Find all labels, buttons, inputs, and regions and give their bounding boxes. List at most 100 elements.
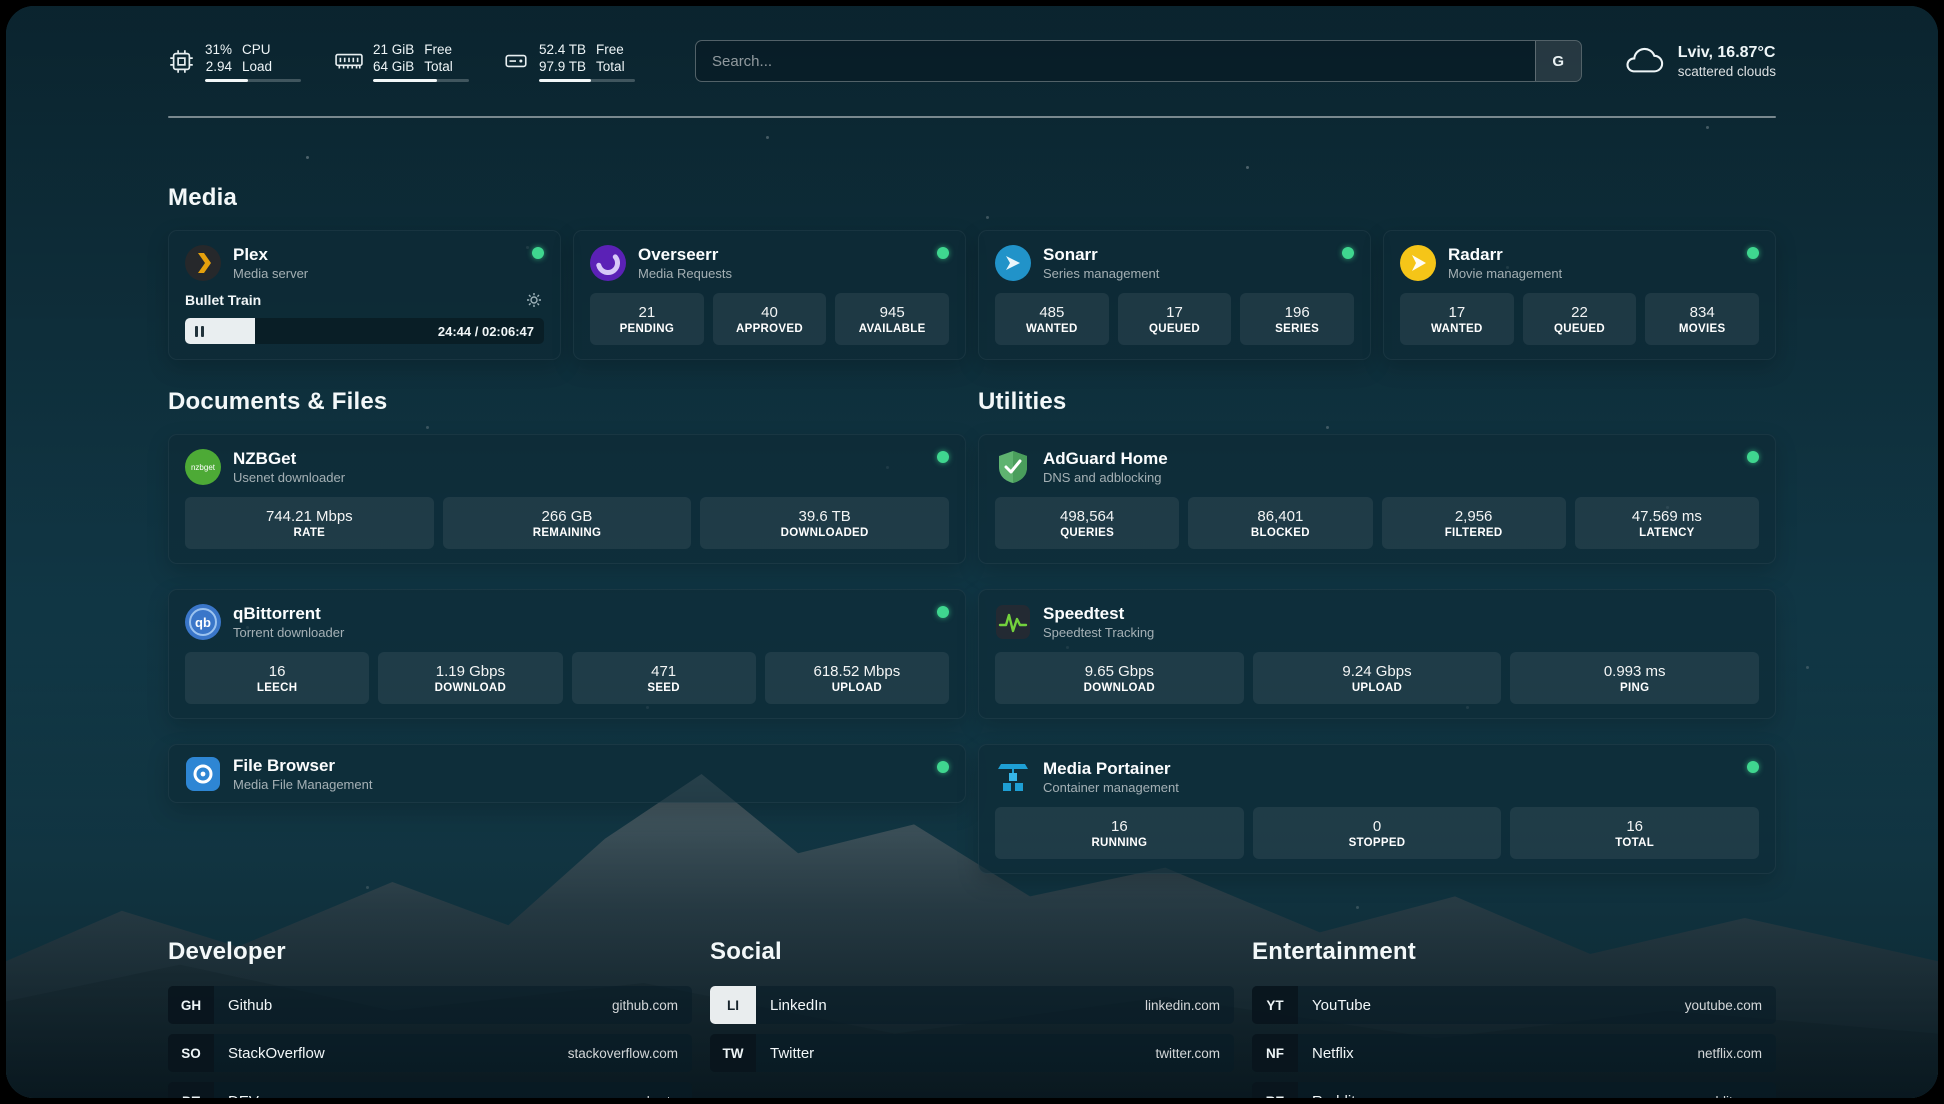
app-card-filebrowser[interactable]: File Browser Media File Management — [168, 744, 966, 803]
stat-tile-wanted: 17 WANTED — [1400, 293, 1514, 345]
app-subtitle: Series management — [1043, 266, 1159, 281]
stat-label: STOPPED — [1349, 837, 1406, 849]
stat-label: REMAINING — [533, 527, 602, 539]
stat-value: 744.21 Mbps — [266, 508, 353, 525]
bookmark-domain: github.com — [612, 998, 692, 1013]
plex-settings-button[interactable] — [524, 290, 544, 310]
app-card-portainer[interactable]: Media Portainer Container management 16 … — [978, 744, 1776, 874]
stat-value: 17 — [1448, 304, 1465, 321]
sonarr-header[interactable]: Sonarr Series management — [995, 244, 1354, 281]
status-dot-online — [937, 606, 949, 618]
bookmark-reddit[interactable]: RE Reddit reddit.com — [1252, 1082, 1776, 1098]
stat-value: 22 — [1571, 304, 1588, 321]
app-card-plex[interactable]: Plex Media server Bullet Train — [168, 230, 561, 360]
search-input[interactable] — [696, 41, 1535, 81]
stat-value: 471 — [651, 663, 676, 680]
weather-widget: Lviv, 16.87°C scattered clouds — [1622, 44, 1776, 79]
stat-tile-downloaded: 39.6 TB DOWNLOADED — [700, 497, 949, 549]
bookmark-twitter[interactable]: TW Twitter twitter.com — [710, 1034, 1234, 1072]
bookmark-domain: reddit.com — [1699, 1094, 1776, 1099]
bookmark-domain: stackoverflow.com — [568, 1046, 692, 1061]
cpu-label: CPU — [242, 41, 271, 58]
bookmark-name: Twitter — [770, 1045, 814, 1062]
status-dot-online — [1747, 451, 1759, 463]
nzbget-header[interactable]: nzbget NZBGet Usenet downloader — [185, 448, 949, 485]
disk-usage-bar — [539, 79, 635, 82]
stat-label: SERIES — [1275, 323, 1319, 335]
app-card-qbittorrent[interactable]: qb qBittorrent Torrent downloader 16 LEE… — [168, 589, 966, 719]
stat-value: 39.6 TB — [799, 508, 851, 525]
bookmark-domain: netflix.com — [1697, 1046, 1776, 1061]
stat-value: 86,401 — [1257, 508, 1303, 525]
stat-tile-ping: 0.993 ms PING — [1510, 652, 1759, 704]
app-name: File Browser — [233, 755, 372, 776]
disk-free-value: 52.4 TB — [539, 41, 586, 58]
app-name: Sonarr — [1043, 244, 1159, 265]
filebrowser-header[interactable]: File Browser Media File Management — [185, 755, 949, 792]
svg-text:nzbget: nzbget — [191, 463, 216, 472]
bookmark-netflix[interactable]: NF Netflix netflix.com — [1252, 1034, 1776, 1072]
disk-stat: 52.4 TB 97.9 TB Free Total — [503, 41, 635, 82]
stat-tile-pending: 21 PENDING — [590, 293, 704, 345]
ram-stat: 21 GiB 64 GiB Free Total — [335, 41, 469, 82]
app-card-speedtest[interactable]: Speedtest Speedtest Tracking 9.65 Gbps D… — [978, 589, 1776, 719]
stat-value: 9.24 Gbps — [1342, 663, 1411, 680]
bookmark-name: LinkedIn — [770, 997, 827, 1014]
bookmark-linkedin[interactable]: LI LinkedIn linkedin.com — [710, 986, 1234, 1024]
app-card-nzbget[interactable]: nzbget NZBGet Usenet downloader 744.21 M… — [168, 434, 966, 564]
stat-label: AVAILABLE — [859, 323, 926, 335]
now-playing-title: Bullet Train — [185, 292, 261, 308]
app-card-radarr[interactable]: Radarr Movie management 17 WANTED 22 QUE… — [1383, 230, 1776, 360]
app-name: Media Portainer — [1043, 758, 1179, 779]
section-title-social: Social — [710, 938, 1234, 966]
pause-button[interactable] — [185, 326, 204, 337]
header-divider — [168, 116, 1776, 118]
bookmark-dev[interactable]: DT DEV dev.to — [168, 1082, 692, 1098]
adguard-header[interactable]: AdGuard Home DNS and adblocking — [995, 448, 1759, 485]
stat-label: UPLOAD — [832, 682, 882, 694]
bookmark-github[interactable]: GH Github github.com — [168, 986, 692, 1024]
app-card-overseerr[interactable]: Overseerr Media Requests 21 PENDING 40 A… — [573, 230, 966, 360]
filebrowser-icon — [185, 756, 221, 792]
stat-label: SEED — [647, 682, 680, 694]
stat-value: 40 — [761, 304, 778, 321]
sonarr-icon — [995, 245, 1031, 281]
stat-value: 16 — [1111, 818, 1128, 835]
search-engine-button[interactable]: G — [1535, 41, 1581, 81]
stat-tile-total: 16 TOTAL — [1510, 807, 1759, 859]
app-subtitle: Media server — [233, 266, 308, 281]
stat-tile-latency: 47.569 ms LATENCY — [1575, 497, 1759, 549]
media-cards-row: Plex Media server Bullet Train — [168, 230, 1776, 360]
bookmark-stackoverflow[interactable]: SO StackOverflow stackoverflow.com — [168, 1034, 692, 1072]
app-card-sonarr[interactable]: Sonarr Series management 485 WANTED 17 Q… — [978, 230, 1371, 360]
cpu-usage-bar — [205, 79, 301, 82]
cpu-percent: 31% — [205, 41, 232, 58]
cpu-stat: 31% 2.94 CPU Load — [168, 41, 301, 82]
stat-label: WANTED — [1026, 323, 1078, 335]
stat-tile-filtered: 2,956 FILTERED — [1382, 497, 1566, 549]
stat-value: 834 — [1690, 304, 1715, 321]
stat-label: PENDING — [620, 323, 675, 335]
app-name: Speedtest — [1043, 603, 1154, 624]
stat-value: 47.569 ms — [1632, 508, 1702, 525]
weather-text: Lviv, 16.87°C scattered clouds — [1678, 44, 1776, 79]
weather-condition: scattered clouds — [1678, 64, 1776, 79]
bookmark-domain: youtube.com — [1685, 998, 1776, 1013]
app-name: AdGuard Home — [1043, 448, 1168, 469]
github-icon: GH — [168, 986, 214, 1024]
search-bar: G — [695, 40, 1582, 82]
qbittorrent-header[interactable]: qb qBittorrent Torrent downloader — [185, 603, 949, 640]
radarr-header[interactable]: Radarr Movie management — [1400, 244, 1759, 281]
dashboard-screen: 31% 2.94 CPU Load — [6, 6, 1938, 1098]
portainer-header[interactable]: Media Portainer Container management — [995, 758, 1759, 795]
stat-value: 498,564 — [1060, 508, 1114, 525]
overseerr-header[interactable]: Overseerr Media Requests — [590, 244, 949, 281]
app-card-adguard[interactable]: AdGuard Home DNS and adblocking 498,564 … — [978, 434, 1776, 564]
bookmark-group-developer: Developer GH Github github.com SO StackO… — [168, 874, 692, 1098]
stat-label: PING — [1620, 682, 1649, 694]
plex-header[interactable]: Plex Media server — [185, 244, 544, 281]
disk-total-value: 97.9 TB — [539, 58, 586, 75]
section-title-documents: Documents & Files — [168, 388, 966, 416]
bookmark-youtube[interactable]: YT YouTube youtube.com — [1252, 986, 1776, 1024]
speedtest-header[interactable]: Speedtest Speedtest Tracking — [995, 603, 1759, 640]
